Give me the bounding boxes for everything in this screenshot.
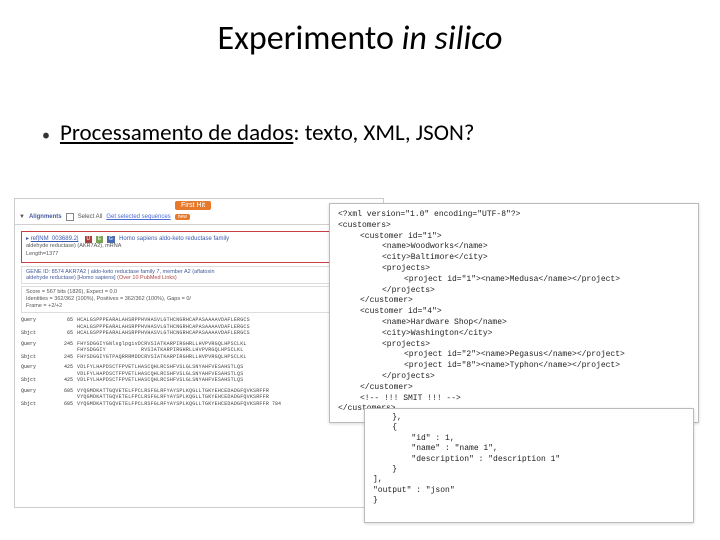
xml-line: <customers>: [338, 221, 690, 232]
select-all-checkbox[interactable]: [66, 213, 74, 221]
alignments-label: Alignments: [29, 214, 62, 220]
json-line: "id" : 1,: [373, 434, 685, 444]
xml-line: <customer id="1">: [338, 232, 690, 243]
bullet-item: • Processamento de dados: texto, XML, JS…: [0, 65, 720, 147]
json-line: }: [373, 496, 685, 506]
blast-hit-box: ▸ ref|NM_003689.2| U E G Homo sapiens al…: [21, 231, 377, 263]
json-line: "name" : "name 1",: [373, 444, 685, 454]
xml-line: </customer>: [338, 383, 690, 394]
align-row-1: Query245FHYSDGGIYGNlsglpgivDCRVSIATKARPI…: [21, 341, 377, 361]
json-panel: }, { "id" : 1, "name" : "name 1", "descr…: [364, 408, 694, 523]
new-badge: new: [175, 214, 190, 220]
score-l3: Frame = +2/+2: [26, 303, 372, 310]
hit-title-row: ▸ ref|NM_003689.2| U E G Homo sapiens al…: [26, 235, 372, 243]
panels-area: First Hit ▼ Alignments Select All Get se…: [14, 198, 706, 526]
hit-accession[interactable]: ref|NM_003689.2|: [31, 236, 79, 242]
xml-line: <project id="2"><name>Pegasus</name></pr…: [338, 350, 690, 361]
json-line: "output" : "json": [373, 486, 685, 496]
xml-line: </projects>: [338, 372, 690, 383]
align-row-3: Query605VYQGMDKATTGQVETELFPCLRSFGLRFYAYS…: [21, 388, 377, 408]
score-l1: Score = 567 bits (1826), Expect = 0.0: [26, 289, 372, 296]
xml-line: <city>Washington</city>: [338, 329, 690, 340]
xml-line: <customer id="4">: [338, 307, 690, 318]
get-selected-link[interactable]: Get selected sequences: [106, 214, 170, 220]
json-line: ],: [373, 475, 685, 485]
alignment-block: Query65HCALGSPPPEARALAHSRPPHVHASVLGTHCNG…: [21, 317, 377, 407]
json-line: }: [373, 465, 685, 475]
first-hit-badge: First Hit: [175, 201, 211, 210]
tag-e: E: [96, 236, 103, 243]
tag-u: U: [85, 236, 93, 243]
align-row-2: Query425VDLFYLHAPDSCTFPVETLHASCQHLRCSHFV…: [21, 364, 377, 384]
collapse-icon[interactable]: ▼: [19, 214, 25, 220]
xml-line: <?xml version="1.0" encoding="UTF-8"?>: [338, 210, 690, 221]
xml-line: <!-- !!! SMIT !!! -->: [338, 394, 690, 405]
tag-g: G: [107, 236, 115, 243]
xml-line: <projects>: [338, 340, 690, 351]
hit-sub1: aldehyde reductase) (AKR7A2), mRNA: [26, 243, 372, 251]
xml-line: <project id="8"><name>Typhon</name></pro…: [338, 361, 690, 372]
hit-sub2: Length=1377: [26, 251, 372, 259]
xml-line: <projects>: [338, 264, 690, 275]
bullet-rest: : texto, XML, JSON?: [293, 119, 474, 147]
bullet-dot-icon: •: [42, 126, 50, 145]
bullet-text: Processamento de dados: texto, XML, JSON…: [60, 119, 474, 147]
xml-line: </customer>: [338, 296, 690, 307]
title-italic: in silico: [402, 18, 503, 59]
gene-text-sub: aldehyde reductase) [Homo sapiens]: [26, 275, 117, 281]
hit-desc: Homo sapiens aldo-keto reductase family: [119, 236, 229, 242]
score-box: Score = 567 bits (1826), Expect = 0.0 Id…: [21, 286, 377, 313]
xml-panel: <?xml version="1.0" encoding="UTF-8"?> <…: [329, 203, 699, 423]
select-all-label: Select All: [78, 214, 103, 220]
json-line: "description" : "description 1": [373, 455, 685, 465]
score-l2: Identities = 362/362 (100%), Positives =…: [26, 296, 372, 303]
xml-line: </projects>: [338, 286, 690, 297]
json-line: {: [373, 423, 685, 433]
expand-icon[interactable]: ▸: [26, 236, 29, 242]
xml-line: <name>Hardware Shop</name>: [338, 318, 690, 329]
slide-title: Experimento in silico: [0, 0, 720, 65]
pubmed-links[interactable]: (Over 10 PubMed Links): [117, 275, 177, 281]
title-prefix: Experimento: [218, 18, 402, 59]
bullet-underlined: Processamento de dados: [60, 119, 293, 147]
json-line: },: [373, 413, 685, 423]
xml-line: <name>Woodworks</name>: [338, 242, 690, 253]
xml-line: <city>Baltimore</city>: [338, 253, 690, 264]
blast-header: ▼ Alignments Select All Get selected seq…: [15, 210, 383, 225]
xml-line: <project id="1"><name>Medusa</name></pro…: [338, 275, 690, 286]
gene-info-box: GENE ID: 8574 AKR7A2 | aldo-keto reducta…: [21, 266, 377, 284]
align-row-0: Query65HCALGSPPPEARALAHSRPPHVHASVLGTHCNG…: [21, 317, 377, 337]
